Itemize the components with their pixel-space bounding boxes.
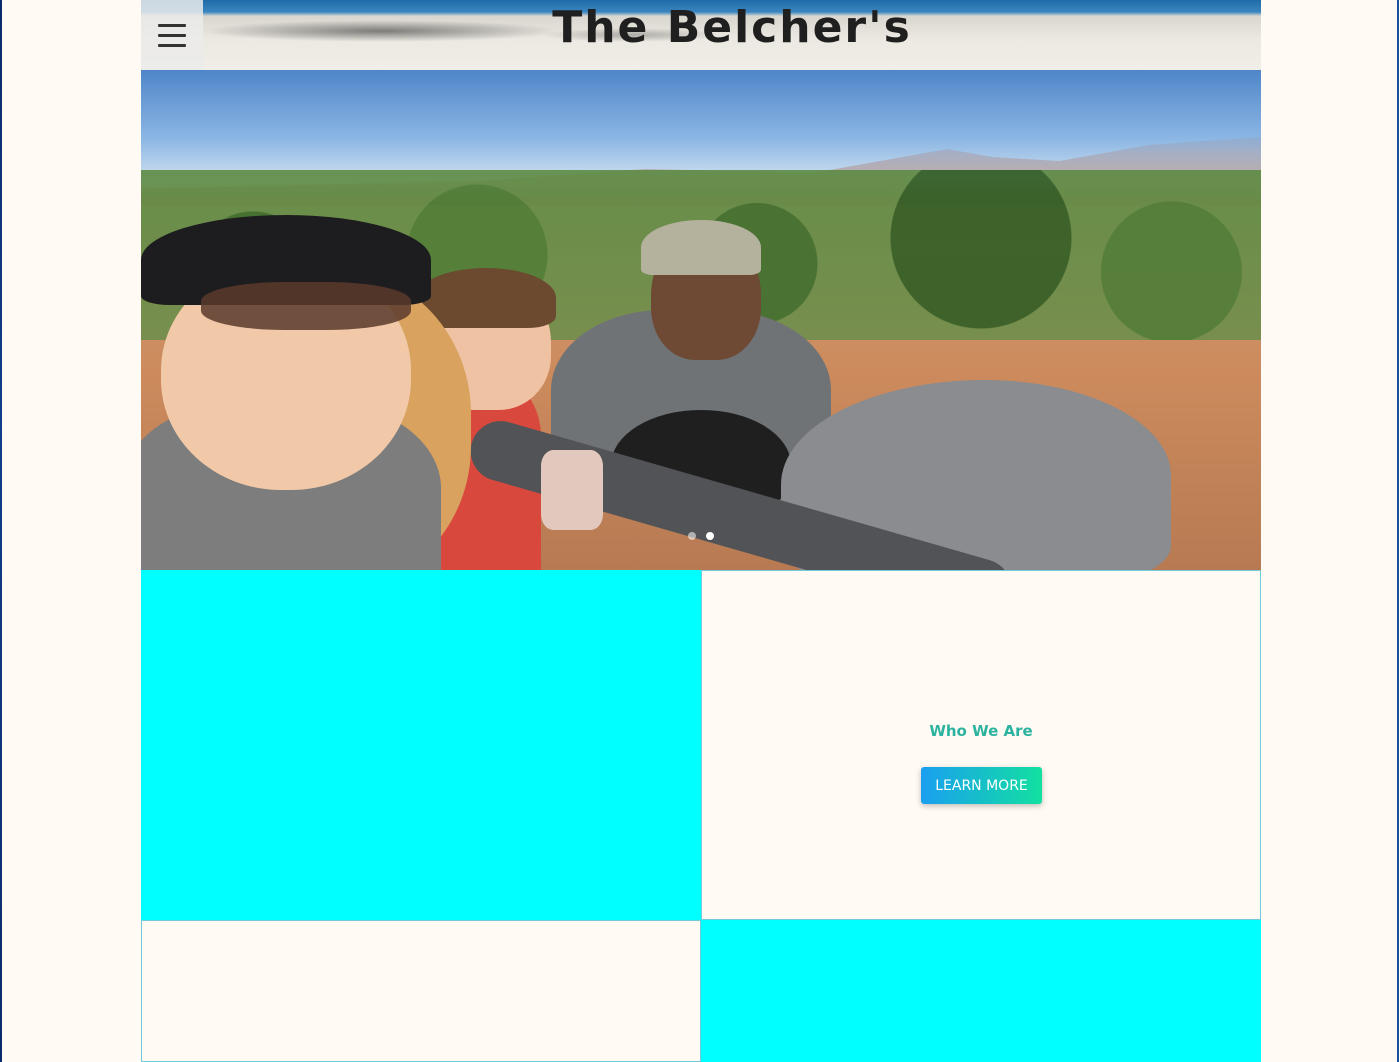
site-header: The Belcher's: [141, 0, 1261, 70]
site-title: The Belcher's: [552, 2, 912, 53]
content-tile: [141, 920, 701, 1062]
image-tile-placeholder: [141, 570, 701, 920]
image-tile-placeholder: [701, 920, 1261, 1062]
section-title: Who We Are: [929, 722, 1033, 740]
hero-carousel[interactable]: [141, 70, 1261, 570]
hero-image-figure: [201, 282, 411, 330]
hero-image-figure: [641, 220, 761, 275]
learn-more-button[interactable]: LEARN MORE: [921, 767, 1042, 804]
carousel-indicators: [141, 532, 1261, 544]
who-we-are-section: Who We Are LEARN MORE: [701, 570, 1261, 920]
page-container: The Belcher's Who We Are LEARN MORE: [141, 0, 1261, 1062]
carousel-dot-active[interactable]: [706, 532, 714, 540]
page-left-edge: [0, 0, 2, 1062]
carousel-dot[interactable]: [688, 532, 696, 540]
hero-image-bottle: [541, 450, 603, 530]
